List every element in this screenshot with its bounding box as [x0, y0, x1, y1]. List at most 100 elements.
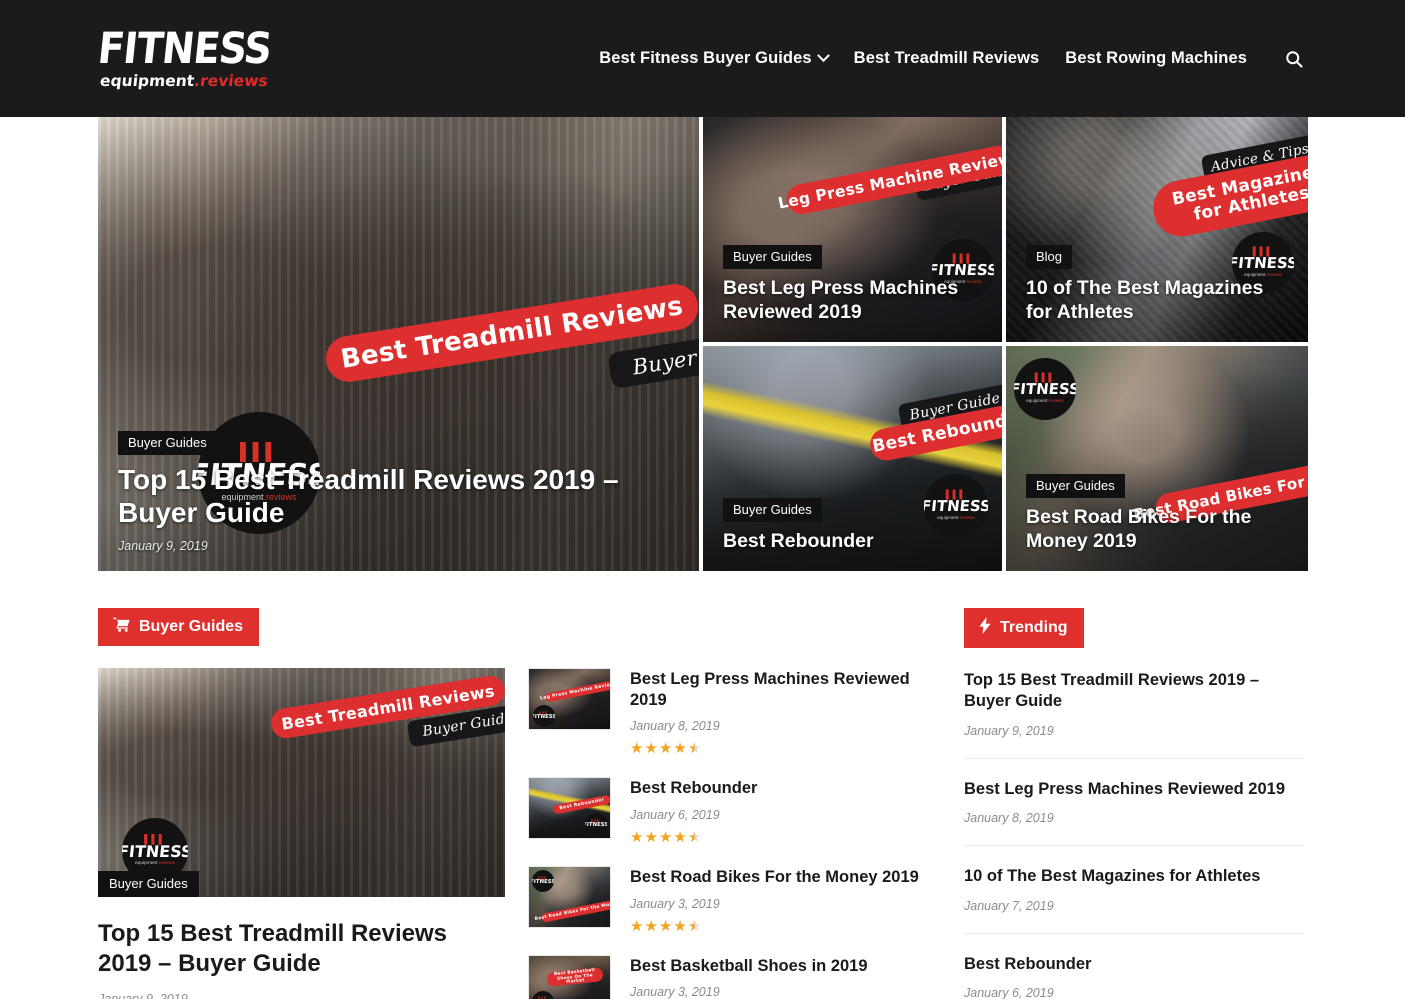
hero-card-category[interactable]: Buyer Guides — [1026, 474, 1125, 499]
logo-sub-text: equipment.reviews — [99, 71, 269, 90]
hero-card-title[interactable]: Best Leg Press Machines Reviewed 2019 — [723, 277, 973, 324]
star-icon: ★ — [644, 828, 658, 846]
featured-post-thumbnail: ▌▌▌ FITNESS equipment.reviews Best Tread… — [98, 668, 505, 897]
hero-card-title[interactable]: Best Road Bikes For the Money 2019 — [1026, 506, 1276, 553]
nav-label: Best Fitness Buyer Guides — [599, 49, 812, 67]
post-thumbnail: Best Rebounder ▌▌▌ FITNESS — [528, 777, 611, 840]
trending-list: Top 15 Best Treadmill Reviews 2019 – Buy… — [964, 652, 1304, 999]
trending-item[interactable]: Best Rebounder January 6, 2019 — [964, 934, 1304, 999]
nav-item-best-fitness-buyer-guides[interactable]: Best Fitness Buyer Guides — [599, 49, 830, 68]
hero-card-caption: Buyer Guides Best Road Bikes For the Mon… — [1006, 474, 1296, 571]
hero-main-caption: Buyer Guides Top 15 Best Treadmill Revie… — [98, 430, 658, 571]
hero-card-caption: Buyer Guides Best Leg Press Machines Rev… — [703, 245, 993, 342]
post-title[interactable]: Best Rebounder — [630, 778, 757, 799]
list-item[interactable]: Best Road Bikes For the Money ▌▌▌ FITNES… — [528, 865, 934, 935]
trending-date: January 6, 2019 — [964, 986, 1054, 999]
nav-label: Best Rowing Machines — [1065, 49, 1247, 67]
post-thumbnail: Best Basketball Shoes On The Market ▌▌▌ … — [528, 954, 611, 999]
hero-main-category[interactable]: Buyer Guides — [118, 430, 217, 455]
hero-card-category[interactable]: Buyer Guides — [723, 245, 822, 270]
logo-main-text: FITNESS — [95, 23, 274, 74]
buyer-guides-badge-label: Buyer Guides — [139, 617, 244, 635]
star-icon: ★ — [673, 917, 687, 935]
site-logo[interactable]: FITNESS equipment.reviews — [95, 23, 288, 90]
hero-card-caption: Buyer Guides Best Rebounder — [703, 497, 894, 571]
trending-title[interactable]: Best Leg Press Machines Reviewed 2019 — [964, 779, 1304, 800]
buyer-guides-column: Buyer Guides ▌▌▌ FITNESS equipment.revie… — [98, 608, 934, 999]
post-body: Best Rebounder January 6, 2019 ★ ★ ★ ★ ★ — [630, 777, 757, 845]
stamp-subtitle: equipment.reviews — [937, 515, 975, 521]
featured-post-date: January 9, 2019 — [98, 992, 505, 999]
trending-item[interactable]: Top 15 Best Treadmill Reviews 2019 – Buy… — [964, 652, 1304, 759]
hero-card-title[interactable]: Best Rebounder — [723, 530, 874, 553]
star-icon: ★ — [658, 740, 673, 758]
stamp-title: FITNESS — [532, 878, 554, 885]
hero-main-title[interactable]: Top 15 Best Treadmill Reviews 2019 – Buy… — [118, 463, 638, 529]
watermark-stamp: ▌▌▌ FITNESS equipment.reviews — [924, 474, 988, 538]
watermark-stamp: ▌▌▌ FITNESS — [532, 869, 554, 892]
hero-card-magazines[interactable]: ▌▌▌ FITNESS equipment.reviews Advice & T… — [1006, 117, 1308, 342]
star-icon: ★ — [658, 917, 673, 935]
post-thumbnail: Leg Press Machine Reviews ▌▌▌ FITNESS — [528, 668, 611, 730]
post-body: Best Leg Press Machines Reviewed 2019 Ja… — [630, 668, 934, 756]
column-gap — [505, 668, 528, 999]
star-icon: ★ — [630, 828, 644, 846]
hero-grid: ▌▌▌ FITNESS equipment.reviews Best Tread… — [98, 117, 1308, 571]
post-title[interactable]: Best Road Bikes For the Money 2019 — [630, 867, 919, 888]
trending-badge[interactable]: Trending — [964, 608, 1084, 648]
trending-item[interactable]: 10 of The Best Magazines for Athletes Ja… — [964, 846, 1304, 934]
star-half-icon: ★ — [687, 828, 702, 846]
trending-date: January 9, 2019 — [964, 723, 1054, 738]
chevron-down-icon — [816, 49, 830, 63]
site-header: FITNESS equipment.reviews Best Fitness B… — [0, 0, 1405, 117]
star-icon: ★ — [630, 740, 644, 758]
stamp-title: FITNESS — [924, 497, 988, 516]
list-item[interactable]: Best Rebounder ▌▌▌ FITNESS Best Rebounde… — [528, 777, 934, 845]
featured-post-card[interactable]: ▌▌▌ FITNESS equipment.reviews Best Tread… — [98, 668, 505, 999]
nav-item-best-treadmill-reviews[interactable]: Best Treadmill Reviews — [854, 49, 1040, 68]
post-date: January 3, 2019 — [630, 985, 720, 999]
main-navigation: Best Fitness Buyer Guides Best Treadmill… — [599, 46, 1307, 72]
trending-title[interactable]: Best Rebounder — [964, 954, 1304, 975]
hero-card-leg-press[interactable]: ▌▌▌ FITNESS equipment.reviews Leg Press … — [703, 117, 1002, 342]
shopping-cart-icon — [113, 617, 130, 636]
trending-item[interactable]: Best Leg Press Machines Reviewed 2019 Ja… — [964, 759, 1304, 847]
list-item[interactable]: Best Basketball Shoes On The Market ▌▌▌ … — [528, 954, 934, 999]
buyer-guides-body: ▌▌▌ FITNESS equipment.reviews Best Tread… — [98, 668, 934, 999]
stamp-title: FITNESS — [585, 822, 607, 829]
post-title[interactable]: Best Leg Press Machines Reviewed 2019 — [630, 669, 934, 710]
buyer-guides-badge[interactable]: Buyer Guides — [98, 608, 260, 646]
hero-main-card[interactable]: ▌▌▌ FITNESS equipment.reviews Best Tread… — [98, 117, 699, 571]
search-icon[interactable] — [1281, 46, 1307, 72]
post-title[interactable]: Best Basketball Shoes in 2019 — [630, 956, 868, 977]
hero-card-rebounder[interactable]: ▌▌▌ FITNESS equipment.reviews Buyer Guid… — [703, 346, 1002, 571]
trending-title[interactable]: Top 15 Best Treadmill Reviews 2019 – Buy… — [964, 670, 1304, 713]
trending-title[interactable]: 10 of The Best Magazines for Athletes — [964, 866, 1304, 887]
star-icon: ★ — [673, 740, 687, 758]
content-gap — [934, 608, 964, 999]
lightning-bolt-icon — [979, 617, 991, 638]
nav-label: Best Treadmill Reviews — [853, 49, 1040, 67]
star-icon: ★ — [658, 828, 673, 846]
list-item[interactable]: Leg Press Machine Reviews ▌▌▌ FITNESS Be… — [528, 668, 934, 756]
trending-date: January 8, 2019 — [964, 811, 1054, 826]
hero-card-category[interactable]: Blog — [1026, 245, 1073, 270]
stamp-subtitle: equipment.reviews — [135, 861, 175, 866]
buyer-guides-post-list: Leg Press Machine Reviews ▌▌▌ FITNESS Be… — [528, 668, 934, 999]
hero-card-title[interactable]: 10 of The Best Magazines for Athletes — [1026, 277, 1276, 324]
nav-item-best-rowing-machines[interactable]: Best Rowing Machines — [1065, 49, 1247, 68]
post-thumbnail: Best Road Bikes For the Money ▌▌▌ FITNES… — [528, 865, 611, 928]
star-half-icon: ★ — [687, 740, 702, 758]
post-date: January 8, 2019 — [630, 719, 720, 734]
hero-card-category[interactable]: Buyer Guides — [723, 497, 822, 522]
logo-sub-red: .reviews — [193, 71, 269, 90]
watermark-stamp: ▌▌▌ FITNESS equipment.reviews — [1014, 358, 1076, 420]
star-icon: ★ — [673, 828, 687, 846]
trending-badge-label: Trending — [1000, 618, 1068, 636]
star-rating: ★ ★ ★ ★ ★ — [630, 741, 934, 756]
star-half-icon: ★ — [687, 917, 702, 935]
featured-post-category[interactable]: Buyer Guides — [98, 871, 199, 897]
featured-post-title[interactable]: Top 15 Best Treadmill Reviews 2019 – Buy… — [98, 919, 505, 979]
hero-card-road-bikes[interactable]: ▌▌▌ FITNESS equipment.reviews Best Road … — [1006, 346, 1308, 571]
stamp-subtitle: equipment.reviews — [1026, 398, 1064, 404]
